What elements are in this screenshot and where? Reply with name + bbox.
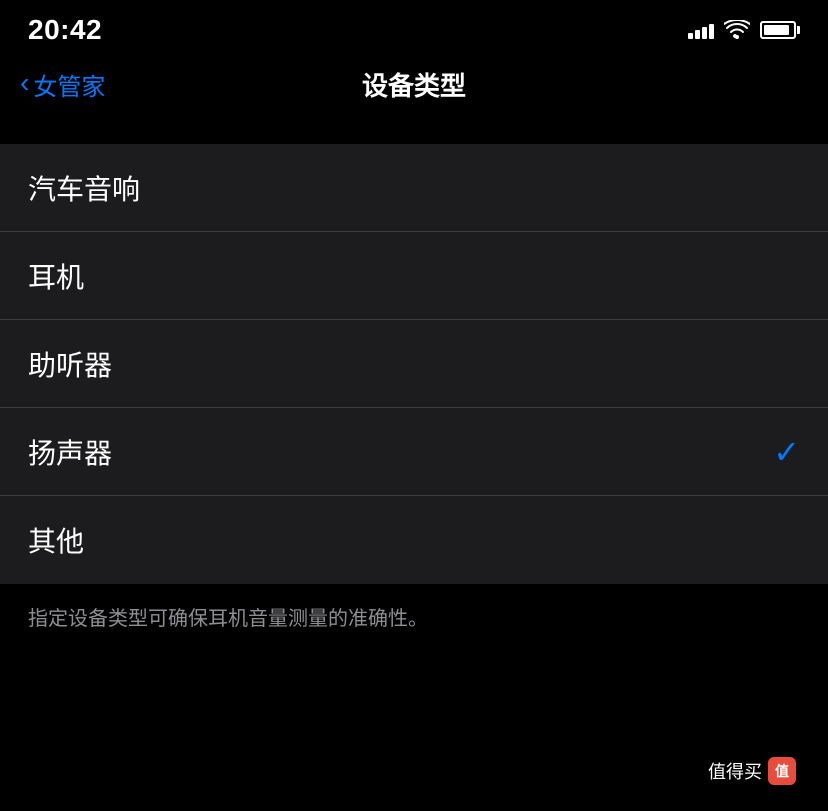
signal-bar-1: [688, 33, 693, 39]
watermark-text: 值得买: [708, 758, 762, 784]
list-item-label: 扬声器: [28, 432, 112, 472]
chevron-left-icon: ‹: [20, 69, 29, 97]
battery-body: [760, 21, 796, 39]
list-item-label: 其他: [28, 520, 84, 560]
device-type-list: 汽车音响 耳机 助听器 扬声器 ✓ 其他: [0, 144, 828, 584]
back-button[interactable]: ‹ 女管家: [20, 67, 105, 102]
status-icons: [688, 20, 800, 40]
wifi-icon: [724, 20, 750, 40]
status-time: 20:42: [28, 14, 102, 46]
list-item-headphones[interactable]: 耳机: [0, 232, 828, 320]
battery-fill: [764, 25, 789, 35]
list-item-speaker[interactable]: 扬声器 ✓: [0, 408, 828, 496]
signal-bar-3: [702, 27, 707, 39]
signal-bar-4: [709, 24, 714, 39]
footer-description: 指定设备类型可确保耳机音量测量的准确性。: [28, 604, 800, 634]
list-item-label: 助听器: [28, 344, 112, 384]
footer: 指定设备类型可确保耳机音量测量的准确性。: [0, 584, 828, 654]
nav-bar: ‹ 女管家 设备类型: [0, 54, 828, 114]
list-item-car-audio[interactable]: 汽车音响: [0, 144, 828, 232]
status-bar: 20:42: [0, 0, 828, 54]
list-item-label: 汽车音响: [28, 168, 140, 208]
back-label: 女管家: [33, 67, 105, 102]
list-item-hearing-aid[interactable]: 助听器: [0, 320, 828, 408]
battery-tip: [797, 26, 800, 34]
list-item-other[interactable]: 其他: [0, 496, 828, 584]
dark-separator: [0, 114, 828, 144]
battery-icon: [760, 21, 800, 39]
signal-bar-2: [695, 30, 700, 39]
list-item-label: 耳机: [28, 256, 84, 296]
page-title: 设备类型: [362, 66, 466, 103]
checkmark-icon: ✓: [773, 433, 800, 471]
watermark-logo: 值: [768, 757, 796, 785]
watermark: 值得买 值: [696, 751, 808, 791]
signal-icon: [688, 21, 714, 39]
